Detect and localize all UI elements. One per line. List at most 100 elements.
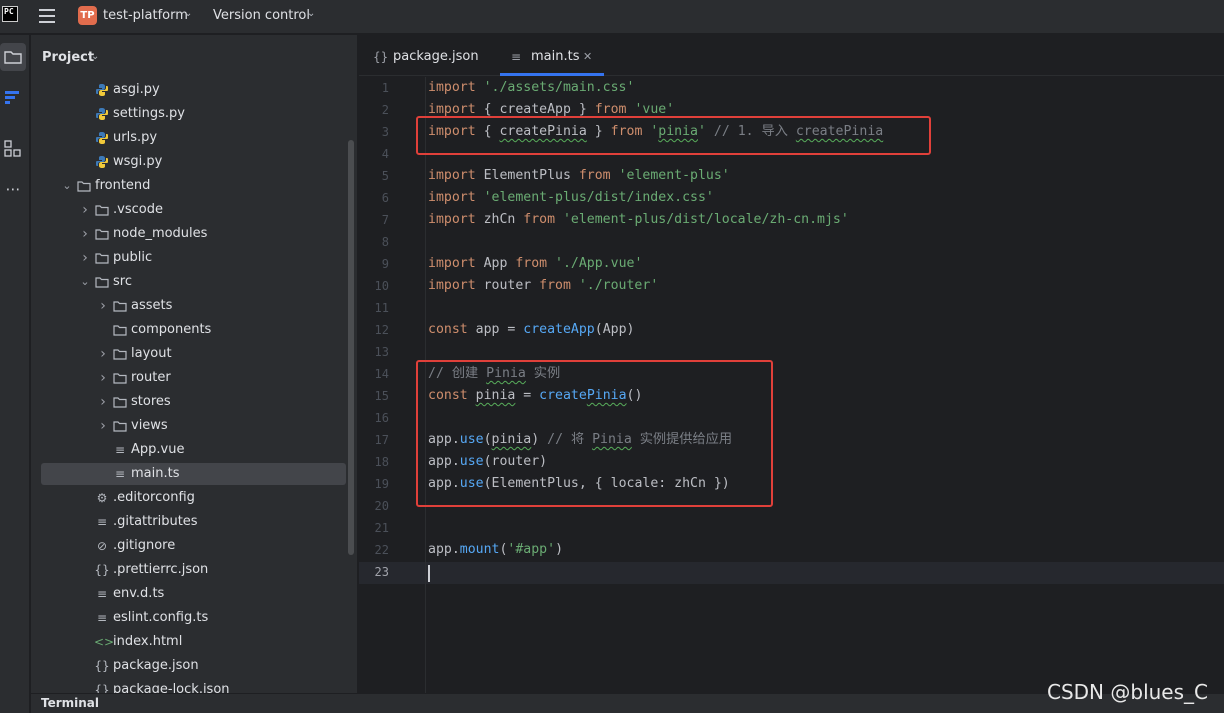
- line-number: 23: [374, 565, 389, 579]
- tree-item[interactable]: › assets: [41, 295, 346, 317]
- code-line: 7 import zhCn from 'element-plus/dist/loc…: [359, 209, 1224, 231]
- tree-item[interactable]: ⌄ src: [41, 271, 346, 293]
- tree-item-label: asgi.py: [113, 82, 160, 97]
- html-file-icon: <>: [94, 635, 115, 649]
- tree-item[interactable]: ≡ .gitattributes: [41, 511, 346, 533]
- code-line: 21: [359, 517, 1224, 539]
- tree-item[interactable]: › views: [41, 415, 346, 437]
- code-editor[interactable]: 1 import './assets/main.css' 2 import { cre…: [359, 77, 1224, 693]
- line-number: 13: [374, 345, 389, 359]
- code-line: 9 import App from './App.vue': [359, 253, 1224, 275]
- line-number: 3: [381, 125, 389, 139]
- bottom-tool-strip: Terminal: [31, 693, 1224, 713]
- chevron-right-icon[interactable]: ›: [97, 367, 109, 389]
- tree-item[interactable]: › router: [41, 367, 346, 389]
- tree-item[interactable]: ⊘ .gitignore: [41, 535, 346, 557]
- pull-requests-icon[interactable]: [0, 83, 26, 111]
- chevron-right-icon[interactable]: ›: [79, 199, 91, 221]
- tree-item[interactable]: ≡ App.vue: [41, 439, 346, 461]
- tree-item[interactable]: ≡ eslint.config.ts: [41, 607, 346, 629]
- tree-item[interactable]: › layout: [41, 343, 346, 365]
- tree-item[interactable]: ⚙ .editorconfig: [41, 487, 346, 509]
- terminal-label[interactable]: Terminal: [41, 696, 99, 710]
- chevron-down-icon[interactable]: ⌄: [61, 175, 73, 197]
- python-file-icon: [94, 127, 110, 152]
- tree-item[interactable]: ≡ main.ts: [41, 463, 346, 485]
- editor-tabs: {} package.json ≡ main.ts ✕: [359, 35, 1224, 76]
- project-panel-title[interactable]: Project: [42, 50, 94, 65]
- project-tree: asgi.py settings.py urls.py wsgi.py ⌄ fronten…: [31, 79, 358, 694]
- code-line: 16: [359, 407, 1224, 429]
- tree-item-label: components: [131, 322, 212, 337]
- tree-item-label: frontend: [95, 178, 151, 193]
- tree-item[interactable]: wsgi.py: [41, 151, 346, 173]
- chevron-down-icon[interactable]: ⌄: [184, 8, 192, 19]
- tree-item-label: eslint.config.ts: [113, 610, 209, 625]
- title-bar: PC TP test-platform ⌄ Version control ⌄: [0, 0, 1224, 34]
- python-file-icon: [94, 151, 110, 176]
- json-file-icon: {}: [94, 563, 110, 577]
- tree-item[interactable]: › node_modules: [41, 223, 346, 245]
- project-badge[interactable]: TP: [78, 6, 97, 25]
- tree-item[interactable]: ≡ env.d.ts: [41, 583, 346, 605]
- tree-item-label: .gitattributes: [113, 514, 198, 529]
- chevron-right-icon[interactable]: ›: [79, 247, 91, 269]
- code-text: const app = createApp(App): [428, 322, 635, 337]
- text-file-icon: ≡: [96, 611, 108, 625]
- line-number: 14: [374, 367, 389, 381]
- tool-window-bar: ⋯: [0, 35, 30, 713]
- chevron-right-icon[interactable]: ›: [79, 223, 91, 245]
- line-number: 6: [381, 191, 389, 205]
- tree-item[interactable]: › public: [41, 247, 346, 269]
- line-number: 2: [381, 103, 389, 117]
- tab-package-json[interactable]: {} package.json: [371, 35, 481, 76]
- tree-item-label: stores: [131, 394, 171, 409]
- version-control-menu[interactable]: Version control: [213, 8, 310, 23]
- code-line: 5 import ElementPlus from 'element-plus': [359, 165, 1224, 187]
- code-line: 11: [359, 297, 1224, 319]
- code-text: import { createApp } from 'vue': [428, 102, 675, 117]
- tab-main-ts[interactable]: ≡ main.ts ✕: [509, 35, 609, 76]
- chevron-right-icon[interactable]: ›: [97, 415, 109, 437]
- tree-item[interactable]: › .vscode: [41, 199, 346, 221]
- code-text: import ElementPlus from 'element-plus': [428, 168, 730, 183]
- tree-item[interactable]: <> index.html: [41, 631, 346, 653]
- tree-item[interactable]: settings.py: [41, 103, 346, 125]
- chevron-down-icon[interactable]: ⌄: [79, 271, 91, 293]
- tree-item[interactable]: {} package-lock.json: [41, 679, 346, 694]
- chevron-down-icon[interactable]: ⌄: [91, 51, 99, 62]
- code-line: 14 // 创建 Pinia 实例: [359, 363, 1224, 385]
- project-tool-window: Project ⌄ asgi.py settings.py urls.py wsgi.…: [31, 35, 358, 713]
- code-text: import { createPinia } from 'pinia' // 1…: [428, 124, 884, 139]
- folder-icon: [112, 343, 128, 367]
- project-name[interactable]: test-platform: [103, 8, 188, 23]
- python-file-icon: [94, 103, 110, 128]
- tree-item[interactable]: urls.py: [41, 127, 346, 149]
- tree-item-label: .prettierrc.json: [113, 562, 209, 577]
- chevron-right-icon[interactable]: ›: [97, 343, 109, 365]
- tree-item-label: .editorconfig: [113, 490, 195, 505]
- more-tools-icon[interactable]: ⋯: [0, 175, 26, 203]
- json-file-icon: {}: [94, 659, 110, 673]
- code-line: 15 const pinia = createPinia(): [359, 385, 1224, 407]
- tree-item[interactable]: ⌄ frontend: [41, 175, 346, 197]
- tree-item[interactable]: {} package.json: [41, 655, 346, 677]
- line-number: 4: [381, 147, 389, 161]
- tree-item[interactable]: › stores: [41, 391, 346, 413]
- tree-item[interactable]: components: [41, 319, 346, 341]
- chevron-down-icon[interactable]: ⌄: [307, 8, 315, 19]
- main-menu-icon[interactable]: [39, 9, 55, 23]
- tree-item[interactable]: asgi.py: [41, 79, 346, 101]
- chevron-right-icon[interactable]: ›: [97, 295, 109, 317]
- structure-icon[interactable]: [0, 135, 26, 163]
- project-folder-icon[interactable]: [0, 43, 26, 71]
- chevron-right-icon[interactable]: ›: [97, 391, 109, 413]
- text-file-icon: ≡: [114, 443, 126, 457]
- line-number: 17: [374, 433, 389, 447]
- text-file-icon: ≡: [96, 515, 108, 529]
- tree-item[interactable]: {} .prettierrc.json: [41, 559, 346, 581]
- project-tree-scrollbar[interactable]: [348, 140, 354, 555]
- line-number: 16: [374, 411, 389, 425]
- code-line: 19 app.use(ElementPlus, { locale: zhCn }): [359, 473, 1224, 495]
- json-file-icon: {}: [94, 683, 110, 694]
